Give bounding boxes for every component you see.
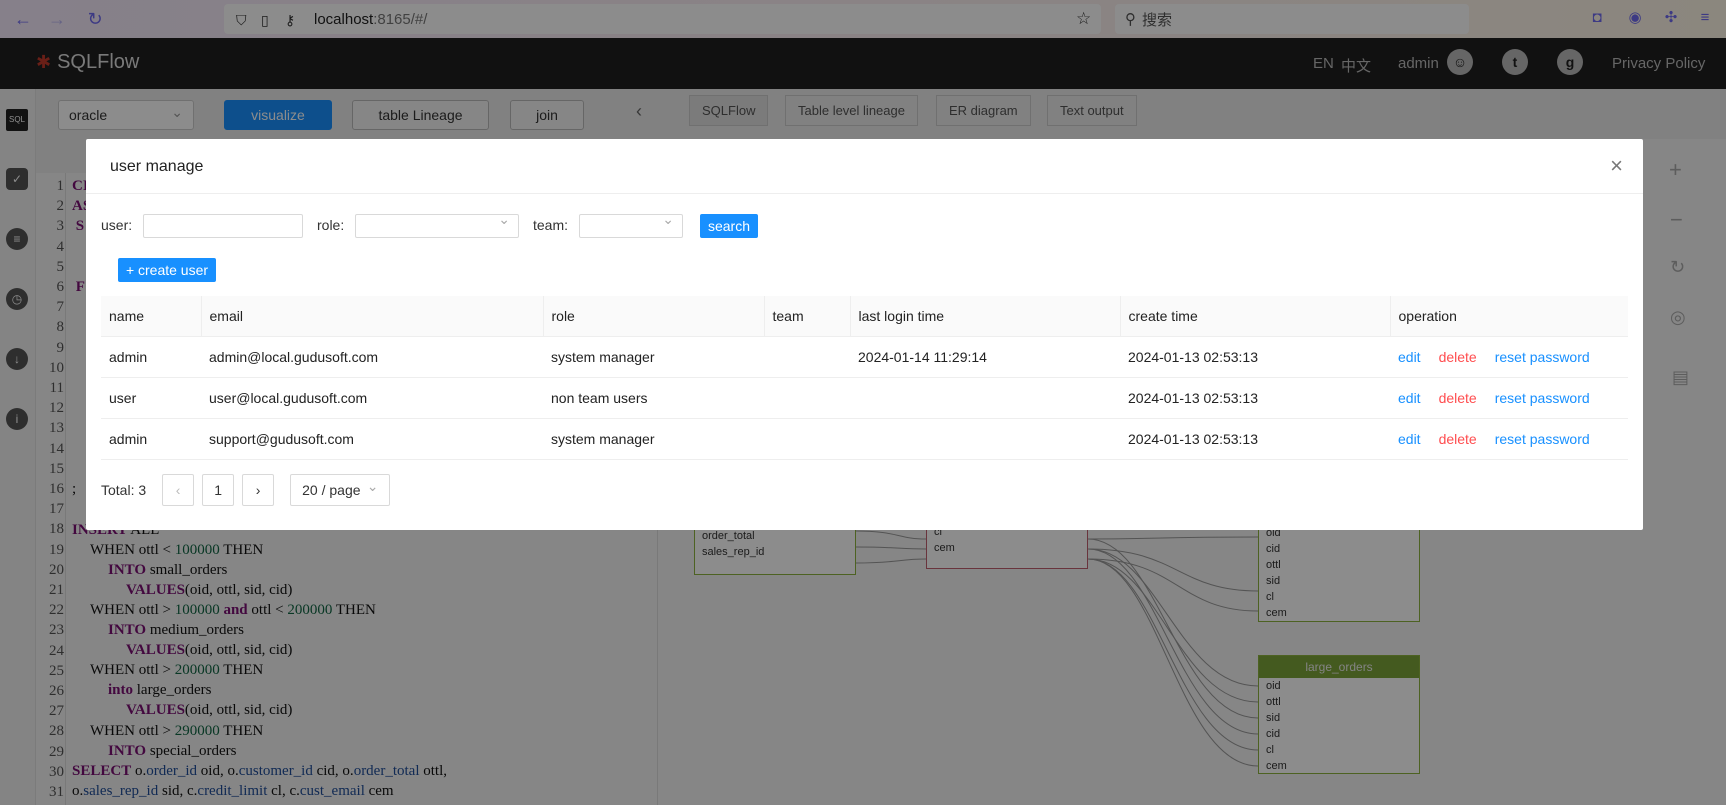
cell-role: system manager [543, 418, 764, 460]
col-header-name[interactable]: name [101, 296, 201, 337]
cell-email: support@gudusoft.com [201, 418, 543, 460]
prev-page-icon[interactable]: ‹ [162, 474, 195, 506]
table-row: admin support@gudusoft.com system manage… [101, 418, 1628, 460]
role-filter-label: role: [317, 217, 344, 233]
cell-create-time: 2024-01-13 02:53:13 [1120, 418, 1390, 460]
label-text: team [533, 217, 565, 233]
col-header-operation: operation [1389, 296, 1628, 337]
label-text: role [317, 217, 341, 233]
role-filter-select[interactable] [355, 211, 519, 238]
cell-last-login: 2024-01-14 11:29:14 [850, 336, 1120, 378]
modal-divider [86, 193, 1643, 194]
modal-title: user manage [110, 158, 204, 175]
cell-team [764, 418, 850, 460]
create-user-button[interactable]: + create user [118, 258, 216, 282]
close-icon[interactable]: × [1610, 153, 1623, 179]
cell-operation: edit delete reset password [1390, 336, 1628, 378]
cell-team [764, 377, 850, 419]
cell-email: user@local.gudusoft.com [201, 377, 543, 419]
search-button[interactable]: search [700, 214, 758, 238]
table-row: user user@local.gudusoft.com non team us… [101, 377, 1628, 419]
edit-link[interactable]: edit [1398, 390, 1421, 406]
edit-link[interactable]: edit [1398, 431, 1421, 447]
pagination: Total: 3 ‹ 1 › 20 / page [101, 471, 390, 506]
team-filter-label: team: [533, 217, 568, 233]
col-header-last-login[interactable]: last login time [849, 296, 1120, 337]
cell-last-login [850, 418, 1120, 460]
reset-password-link[interactable]: reset password [1495, 349, 1590, 365]
reset-password-link[interactable]: reset password [1495, 390, 1590, 406]
label-colon: : [564, 217, 569, 233]
cell-team [764, 336, 850, 378]
cell-operation: edit delete reset password [1390, 377, 1628, 419]
cell-role: non team users [543, 377, 764, 419]
user-filter-input[interactable] [143, 214, 303, 238]
user-table: name email role team last login time cre… [101, 296, 1628, 460]
cell-email: admin@local.gudusoft.com [201, 336, 543, 378]
page-number[interactable]: 1 [202, 474, 235, 506]
cell-name: user [101, 377, 201, 419]
next-page-icon[interactable]: › [242, 474, 275, 506]
col-header-email[interactable]: email [200, 296, 543, 337]
col-header-team[interactable]: team [763, 296, 850, 337]
edit-link[interactable]: edit [1398, 349, 1421, 365]
table-header-row: name email role team last login time cre… [101, 296, 1628, 337]
total-count: Total: 3 [101, 482, 147, 498]
cell-name: admin [101, 336, 201, 378]
reset-password-link[interactable]: reset password [1495, 431, 1590, 447]
table-row: admin admin@local.gudusoft.com system ma… [101, 336, 1628, 378]
cell-name: admin [101, 418, 201, 460]
label-colon: : [128, 217, 133, 233]
label-text: user [101, 217, 129, 233]
delete-link[interactable]: delete [1439, 431, 1477, 447]
label-colon: : [340, 217, 345, 233]
team-filter-select[interactable] [579, 211, 683, 238]
col-header-create-time[interactable]: create time [1119, 296, 1390, 337]
delete-link[interactable]: delete [1439, 349, 1477, 365]
cell-create-time: 2024-01-13 02:53:13 [1120, 336, 1390, 378]
col-header-role[interactable]: role [542, 296, 764, 337]
user-manage-modal: user manage × user: role: team: search +… [86, 139, 1643, 530]
cell-create-time: 2024-01-13 02:53:13 [1120, 377, 1390, 419]
page-size-select[interactable]: 20 / page [290, 471, 390, 506]
cell-last-login [850, 377, 1120, 419]
cell-role: system manager [543, 336, 764, 378]
user-filter-label: user: [101, 217, 132, 233]
cell-operation: edit delete reset password [1390, 418, 1628, 460]
delete-link[interactable]: delete [1439, 390, 1477, 406]
